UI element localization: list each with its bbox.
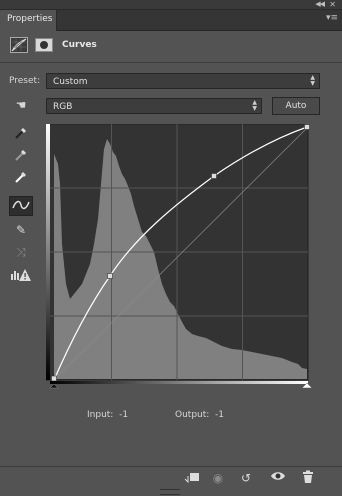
- view-previous-state-icon[interactable]: ◉: [208, 470, 228, 486]
- auto-button[interactable]: Auto: [272, 97, 320, 115]
- bottom-bar: [0, 466, 342, 489]
- curve-point[interactable]: [51, 375, 57, 382]
- curve-point[interactable]: [304, 124, 310, 130]
- delete-trash-icon[interactable]: [298, 470, 318, 486]
- channel-dropdown[interactable]: RGB ▲ ▼: [46, 98, 262, 114]
- gray-point-eyedropper-icon[interactable]: [9, 148, 33, 168]
- chevron-updown-icon: ▲ ▼: [310, 74, 315, 87]
- panel-menu-icon[interactable]: ▾≡: [326, 13, 338, 23]
- output-gradient: [50, 381, 308, 384]
- preset-value: Custom: [53, 77, 88, 87]
- input-readout: Input: -1: [87, 410, 128, 420]
- title-strip: [0, 0, 342, 10]
- tab-properties[interactable]: Properties: [0, 10, 57, 31]
- curves-adjustment-icon[interactable]: [10, 37, 28, 53]
- curves-graph[interactable]: [46, 124, 312, 392]
- preset-dropdown[interactable]: Custom ▲ ▼: [46, 73, 320, 89]
- on-image-adjust-icon[interactable]: ☚: [9, 95, 33, 115]
- panel-title: Curves: [62, 40, 97, 50]
- clipping-warning-icon[interactable]: [9, 268, 33, 288]
- output-value: -1: [215, 410, 225, 420]
- preset-label: Preset:: [9, 76, 41, 86]
- black-point-eyedropper-icon[interactable]: [9, 126, 33, 146]
- channel-value: RGB: [53, 102, 73, 112]
- close-icon[interactable]: ✕: [329, 0, 336, 9]
- curve-edit-icon[interactable]: [9, 196, 33, 216]
- black-slider[interactable]: [49, 383, 59, 389]
- collapse-icon[interactable]: ◀◀: [315, 0, 325, 9]
- output-label: Output:: [175, 410, 210, 420]
- reset-icon[interactable]: ↺: [236, 470, 256, 486]
- resize-grip[interactable]: [160, 489, 180, 495]
- clip-to-layer-icon[interactable]: [182, 470, 202, 486]
- curve-point[interactable]: [211, 173, 217, 179]
- pencil-icon[interactable]: ✎: [9, 220, 33, 240]
- input-label: Input:: [87, 410, 114, 420]
- input-gradient: [46, 124, 50, 380]
- white-point-eyedropper-icon[interactable]: [9, 170, 33, 190]
- mask-icon[interactable]: [35, 38, 53, 52]
- tab-label: Properties: [7, 14, 53, 24]
- input-value: -1: [119, 410, 129, 420]
- divider: [0, 62, 342, 63]
- curve-point[interactable]: [107, 273, 113, 279]
- smooth-icon[interactable]: ⤨: [9, 242, 33, 262]
- chevron-updown-icon: ▲ ▼: [252, 99, 257, 112]
- visibility-eye-icon[interactable]: [268, 470, 288, 486]
- output-readout: Output: -1: [175, 410, 224, 420]
